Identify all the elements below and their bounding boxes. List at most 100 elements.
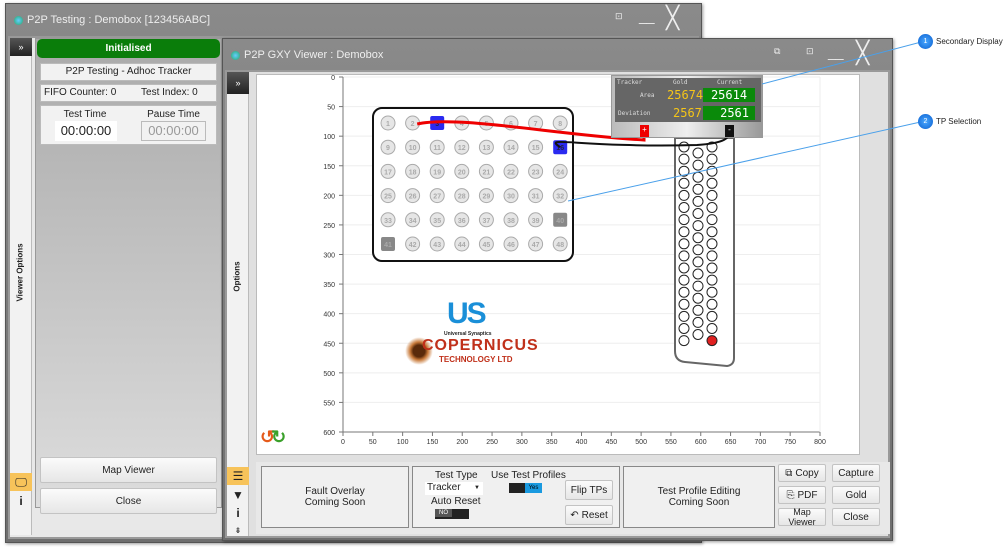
y-tick-label: 350 [323, 282, 335, 289]
minus-terminal: - [725, 125, 734, 137]
viewer-options-label: Viewer Options [15, 243, 25, 302]
connector-pin [706, 153, 718, 165]
info-icon[interactable]: i [227, 504, 249, 522]
flip-tps-button[interactable]: Flip TPs [565, 480, 613, 500]
gxy-chart[interactable]: 0 50 100 150 200 250 300 350 400 450 500 550 600 0 50 1… [256, 74, 860, 455]
use-test-profiles-toggle[interactable]: Yes [509, 483, 542, 493]
status-badge: Initialised [37, 39, 220, 58]
y-tick-label: 300 [323, 253, 335, 260]
pdf-button[interactable]: ⎘ PDF [778, 486, 826, 504]
x-tick-label: 250 [486, 439, 498, 446]
tp-pin-label: 25 [384, 194, 392, 201]
filter-icon[interactable]: ▼ [227, 486, 249, 504]
viewer-body: » Options ☰ ▼ i ⇟ 0 50 100 150 200 250 300 350 4… [225, 70, 890, 538]
tp-pin-label: 36 [458, 218, 466, 225]
tp-pin-label: 18 [409, 169, 417, 176]
connector-pin [706, 298, 718, 310]
connector-pin [692, 183, 704, 195]
x-tick-label: 300 [516, 439, 528, 446]
tp-pin-label: 47 [532, 242, 540, 249]
gold-button[interactable]: Gold [832, 486, 880, 504]
close-button[interactable]: Close [832, 508, 880, 526]
connector-pin [678, 286, 690, 298]
pin-icon[interactable]: ⊡ [806, 46, 814, 57]
expand-button[interactable]: » [227, 72, 249, 94]
connector-pin [692, 220, 704, 232]
capture-button[interactable]: Capture [832, 464, 880, 482]
connector-pin [678, 274, 690, 286]
tp-pin-label: 48 [556, 242, 564, 249]
minimize-button[interactable]: __ [828, 44, 844, 60]
pin-icon[interactable]: ⊡ [615, 11, 623, 22]
map-viewer-button[interactable]: Map Viewer [778, 507, 826, 527]
display-icon[interactable]: 🖵 [10, 473, 32, 491]
connector-pin [692, 268, 704, 280]
main-window-title: P2P Testing : Demobox [123456ABC] [14, 14, 210, 26]
close-window-button[interactable]: ╳ [856, 40, 869, 66]
tp-pin-label: 8 [558, 121, 562, 128]
viewer-options-tab[interactable]: » Viewer Options 🖵 i [10, 38, 32, 535]
auto-reset-toggle[interactable]: NO [435, 509, 469, 519]
undo-icon: ↶ [570, 509, 579, 521]
callout-2-label: TP Selection [936, 117, 982, 126]
tp-pin-label: 1 [386, 121, 390, 128]
close-button[interactable]: Close [40, 488, 217, 514]
connector-pin [706, 310, 718, 322]
x-tick-label: 350 [546, 439, 558, 446]
connector-pin [678, 310, 690, 322]
x-tick-label: 650 [725, 439, 737, 446]
test-settings-section: Test Type Tracker ▼ Auto Reset NO Use Tes… [412, 466, 620, 528]
mode-label: P2P Testing - Adhoc Tracker [40, 63, 217, 81]
y-tick-label: 0 [331, 75, 335, 82]
connector-pin [706, 177, 718, 189]
timers: Test Time 00:00:00 Pause Time 00:00:00 [40, 105, 217, 145]
tp-pin-label: 26 [409, 194, 417, 201]
test-index-value: 0 [192, 87, 198, 98]
test-profile-section: Test Profile Editing Coming Soon [623, 466, 775, 528]
viewer-window: P2P GXY Viewer : Demobox ⧉ ⊡ __ ╳ » Opti… [222, 38, 893, 541]
options-tab[interactable]: » Options ☰ ▼ i ⇟ [227, 72, 249, 536]
connector-pin [706, 250, 718, 262]
connector-pin [678, 189, 690, 201]
tp-pin-label: 21 [483, 169, 491, 176]
info-icon[interactable]: i [10, 492, 32, 510]
tp-pin-label: 43 [433, 242, 441, 249]
x-tick-label: 550 [665, 439, 677, 446]
connector-pin [692, 147, 704, 159]
x-tick-label: 100 [397, 439, 409, 446]
sliders-icon[interactable]: ☰ [227, 467, 249, 485]
refresh-icon[interactable]: ↺↻ [260, 427, 286, 448]
tp-pin-label: 15 [532, 145, 540, 152]
app-logo-icon [231, 50, 240, 60]
connector-pin [692, 316, 704, 328]
tp-pin-label: 29 [483, 194, 491, 201]
tp-pin-label: 14 [507, 145, 515, 152]
secondary-display: Tracker Gold Current Area 25674 25614 De… [611, 75, 763, 138]
y-tick-label: 400 [323, 312, 335, 319]
connector-pin [678, 298, 690, 310]
restore-icon[interactable]: ⧉ [774, 46, 780, 57]
expand-button[interactable]: » [10, 38, 32, 56]
connector-pin [706, 226, 718, 238]
tp-pin-label: 44 [458, 242, 466, 249]
callout-1-badge: 1 [918, 34, 933, 49]
map-viewer-button[interactable]: Map Viewer [40, 457, 217, 483]
connector-pin [678, 262, 690, 274]
close-window-button[interactable]: ╳ [666, 5, 679, 31]
scroll-down-icon[interactable]: ⇟ [227, 522, 249, 540]
minimize-button[interactable]: __ [639, 8, 655, 24]
connector-pin [706, 323, 718, 334]
reset-button[interactable]: ↶ Reset [565, 505, 613, 525]
x-tick-label: 600 [695, 439, 707, 446]
tracker-panel: Initialised P2P Testing - Adhoc Tracker … [35, 38, 222, 514]
connector-pin [678, 226, 690, 238]
fifo-value: 0 [110, 87, 117, 98]
x-tick-label: 500 [635, 439, 647, 446]
copy-button[interactable]: ⧉ Copy [778, 464, 826, 482]
test-type-select[interactable]: Tracker ▼ [425, 482, 483, 495]
tp-pin-label: 35 [433, 218, 441, 225]
test-time-value: 00:00:00 [55, 121, 117, 141]
connector-pin [678, 177, 690, 189]
connector-pin [678, 238, 690, 250]
y-tick-label: 100 [323, 134, 335, 141]
